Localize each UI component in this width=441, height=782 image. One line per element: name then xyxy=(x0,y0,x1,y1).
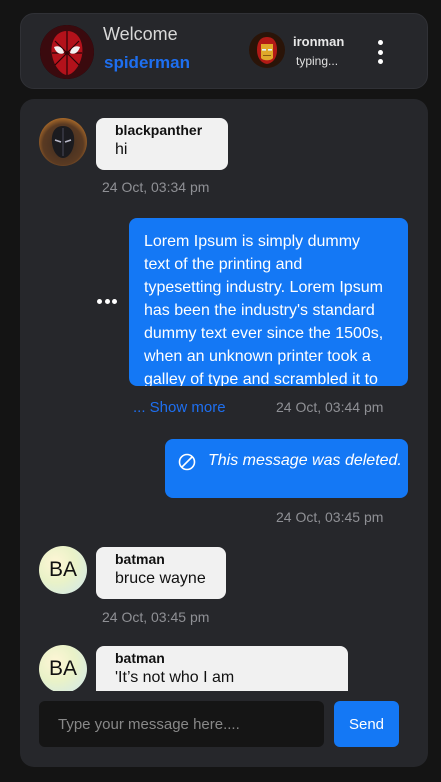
chat-panel: blackpanther hi 24 Oct, 03:34 pm Lorem I… xyxy=(20,99,428,767)
message-sender: blackpanther xyxy=(115,122,203,138)
message-bubble[interactable]: blackpanther hi xyxy=(96,118,228,170)
message-list[interactable]: blackpanther hi 24 Oct, 03:34 pm Lorem I… xyxy=(20,99,428,691)
message-timestamp: 24 Oct, 03:45 pm xyxy=(276,509,384,525)
peer-typing-status: typing... xyxy=(296,54,339,68)
message-timestamp: 24 Oct, 03:34 pm xyxy=(102,179,210,195)
peer-avatar-ironman[interactable] xyxy=(249,32,285,68)
welcome-label: Welcome xyxy=(103,24,178,44)
message-text: hi xyxy=(115,141,128,158)
current-username: spiderman xyxy=(104,53,190,72)
message-sender: batman xyxy=(115,650,165,666)
deleted-message-text: This message was deleted. xyxy=(208,452,402,469)
message-bubble-outgoing[interactable]: Lorem Ipsum is simply dummy text of the … xyxy=(129,218,408,386)
more-options-icon[interactable] xyxy=(373,40,387,64)
user-avatar-spiderman[interactable] xyxy=(40,25,94,79)
avatar-blackpanther xyxy=(39,118,87,166)
message-text: 'It’s not who I am xyxy=(115,669,235,686)
message-bubble[interactable]: batman bruce wayne xyxy=(96,547,226,599)
message-text: bruce wayne xyxy=(115,570,206,587)
avatar-initials: BA xyxy=(39,546,87,594)
message-options-icon[interactable] xyxy=(97,299,117,305)
message-bubble-deleted[interactable]: This message was deleted. xyxy=(165,439,408,498)
message-sender: batman xyxy=(115,551,165,567)
message-timestamp: 24 Oct, 03:44 pm xyxy=(276,399,384,415)
message-input[interactable] xyxy=(39,701,324,747)
message-bubble[interactable]: batman 'It’s not who I am xyxy=(96,646,348,691)
message-timestamp: 24 Oct, 03:45 pm xyxy=(102,609,210,625)
chat-header: Welcome spiderman ironman typing... xyxy=(20,13,428,89)
avatar-initials: BA xyxy=(39,645,87,691)
send-button[interactable]: Send xyxy=(334,701,399,747)
message-text: Lorem Ipsum is simply dummy text of the … xyxy=(144,233,384,386)
show-more-link[interactable]: ... Show more xyxy=(133,399,226,416)
peer-name: ironman xyxy=(293,34,345,49)
ban-icon xyxy=(178,453,196,471)
